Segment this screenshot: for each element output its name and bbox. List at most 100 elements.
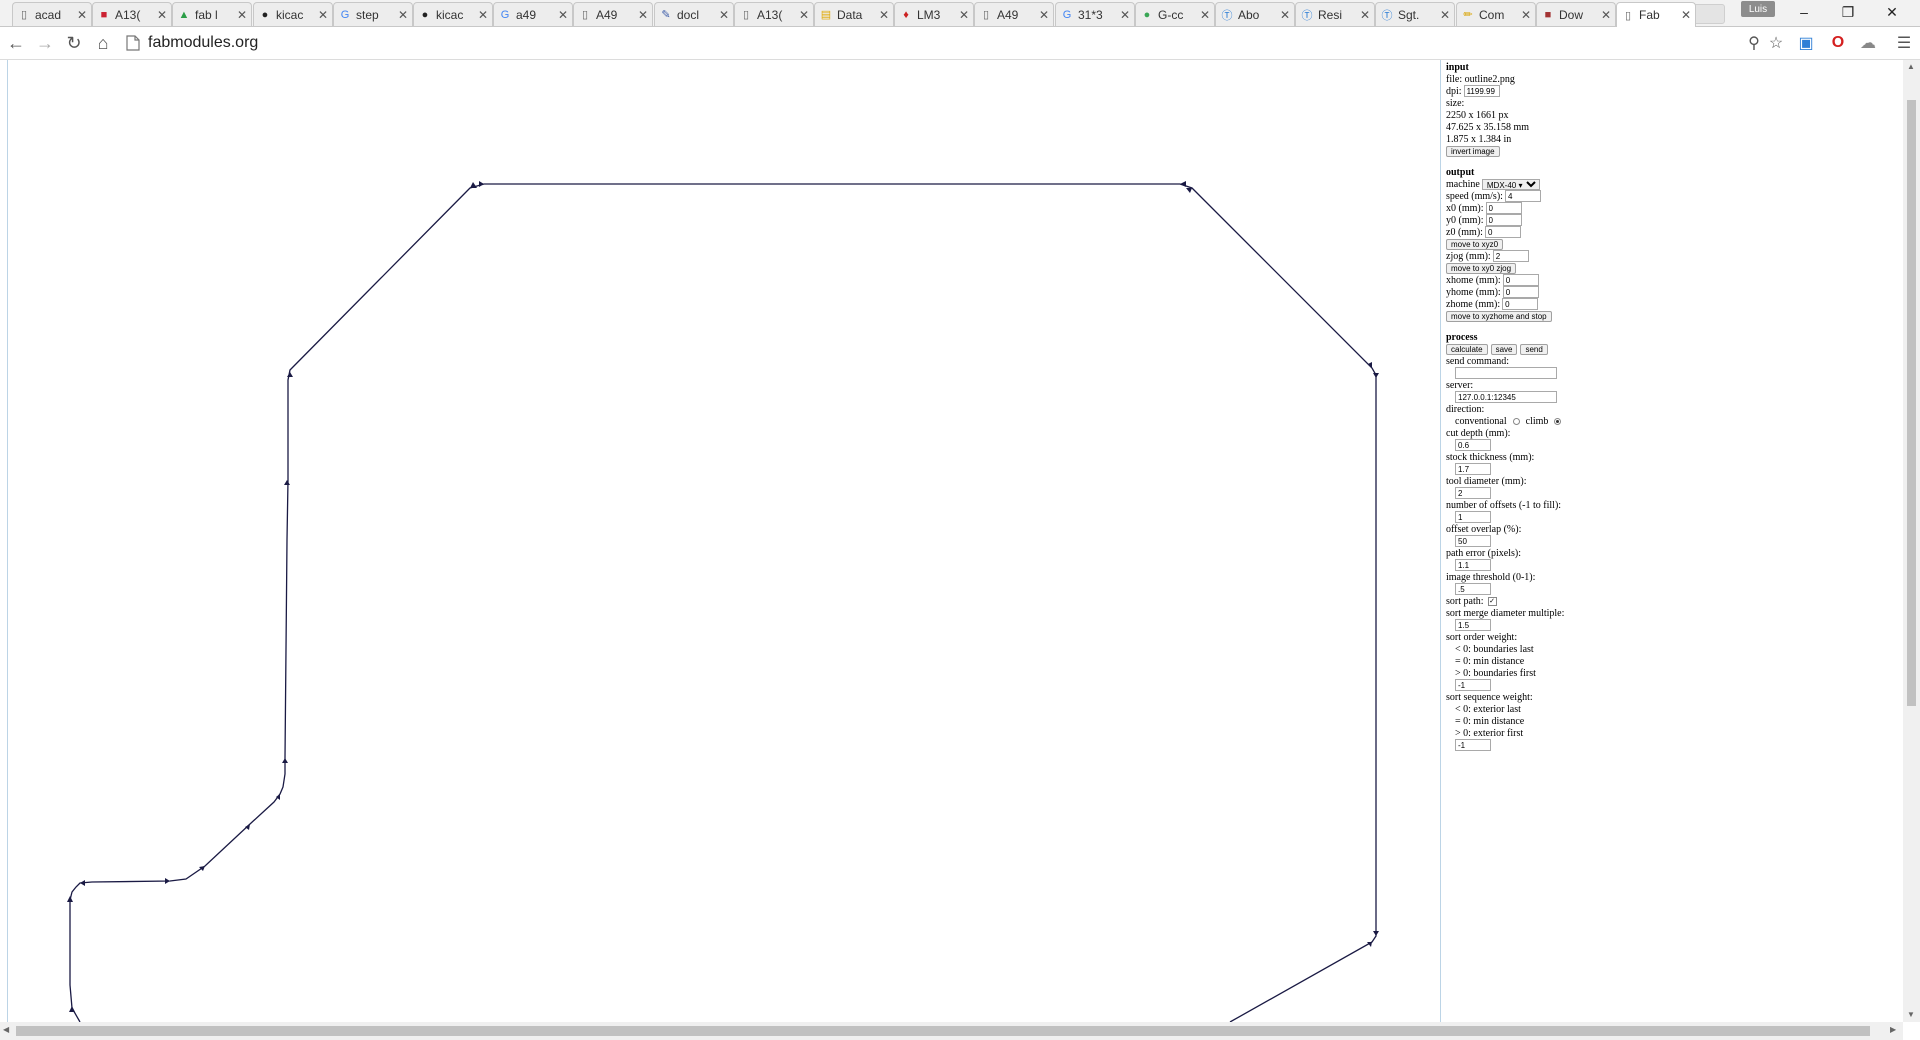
number-of-offsets-input[interactable] [1455, 511, 1491, 523]
climb-radio[interactable] [1554, 417, 1562, 425]
tab-2[interactable]: ▲ fab l ✕ [172, 2, 252, 26]
sort-merge-input[interactable] [1455, 619, 1491, 631]
tab-9[interactable]: ▯ A13(✕ [734, 2, 814, 26]
tab-close-icon[interactable]: ✕ [157, 8, 167, 22]
tab-13[interactable]: G 31*3 ✕ [1055, 2, 1135, 26]
scroll-up-arrow-icon[interactable]: ▲ [1907, 62, 1915, 71]
tab-close-icon[interactable]: ✕ [1200, 8, 1210, 22]
bookmark-star-icon[interactable]: ☆ [1766, 33, 1786, 53]
tab-close-icon[interactable]: ✕ [1039, 8, 1049, 22]
tab-close-icon[interactable]: ✕ [1681, 8, 1691, 22]
tab-8[interactable]: ✎ docl ✕ [654, 2, 734, 26]
send-button[interactable]: send [1520, 343, 1548, 355]
tab-close-icon[interactable]: ✕ [237, 8, 247, 22]
tab-11[interactable]: ♦ LM3 ✕ [894, 2, 974, 26]
move-to-home-stop-button[interactable]: move to xyzhome and stop [1446, 310, 1552, 322]
sort-order-input[interactable] [1455, 679, 1491, 691]
tab-5[interactable]: ● kicac ✕ [413, 2, 493, 26]
sort-path-checkbox[interactable]: ✓ [1487, 596, 1497, 606]
close-window-button[interactable]: ✕ [1870, 0, 1914, 24]
offset-overlap-input[interactable] [1455, 535, 1491, 547]
tab-0[interactable]: ▯ acad ✕ [12, 2, 92, 26]
tool-diameter-input[interactable] [1455, 487, 1491, 499]
z0-input[interactable] [1484, 226, 1521, 238]
send-command-input[interactable] [1455, 367, 1557, 379]
tab-1[interactable]: ■ A13(✕ [92, 2, 172, 26]
process-heading: process [1446, 332, 1478, 343]
tab-16[interactable]: Ⓣ Resi ✕ [1295, 2, 1375, 26]
image-threshold-input[interactable] [1455, 583, 1491, 595]
tab-19[interactable]: ■ Dow ✕ [1536, 2, 1616, 26]
tab-18[interactable]: ✏ Com ✕ [1456, 2, 1536, 26]
cloud-extension-icon[interactable]: ☁ [1858, 33, 1878, 53]
stock-thickness-input[interactable] [1455, 463, 1491, 475]
tab-close-icon[interactable]: ✕ [1521, 8, 1531, 22]
y0-input[interactable] [1485, 214, 1522, 226]
tab-20[interactable]: ▯ Fab ✕ [1616, 2, 1696, 27]
address-bar[interactable]: fabmodules.org [126, 30, 1766, 56]
back-arrow-icon[interactable]: ← [4, 31, 28, 55]
tab-close-icon[interactable]: ✕ [398, 8, 408, 22]
minimize-button[interactable]: – [1782, 0, 1826, 24]
zjog-input[interactable] [1492, 250, 1529, 262]
home-icon[interactable]: ⌂ [91, 31, 115, 55]
tab-close-icon[interactable]: ✕ [879, 8, 889, 22]
machine-select[interactable]: MDX-40 ▾ [1481, 178, 1540, 190]
machine-label: machine [1446, 178, 1480, 190]
zhome-input[interactable] [1502, 298, 1539, 310]
horizontal-scrollbar[interactable]: ◀ ▶ [0, 1022, 1903, 1040]
restore-button[interactable]: ❐ [1826, 0, 1870, 24]
horizontal-scroll-thumb[interactable] [16, 1026, 1870, 1036]
tab-close-icon[interactable]: ✕ [318, 8, 328, 22]
tab-close-icon[interactable]: ✕ [1360, 8, 1370, 22]
reload-icon[interactable]: ↻ [62, 31, 86, 55]
extension-screen-icon[interactable]: ▣ [1796, 33, 1816, 53]
tab-close-icon[interactable]: ✕ [799, 8, 809, 22]
tab-14[interactable]: ● G-cc ✕ [1135, 2, 1215, 26]
tab-15[interactable]: Ⓣ Abo ✕ [1215, 2, 1295, 26]
sort-sequence-input[interactable] [1455, 739, 1491, 751]
tab-close-icon[interactable]: ✕ [1280, 8, 1290, 22]
scroll-left-arrow-icon[interactable]: ◀ [3, 1025, 9, 1034]
tab-close-icon[interactable]: ✕ [478, 8, 488, 22]
tab-17[interactable]: Ⓣ Sgt. ✕ [1375, 2, 1455, 26]
move-to-xy0-zjog-button[interactable]: move to xy0 zjog [1446, 262, 1517, 274]
x0-input[interactable] [1485, 202, 1522, 214]
tab-close-icon[interactable]: ✕ [638, 8, 648, 22]
tab-close-icon[interactable]: ✕ [1440, 8, 1450, 22]
conventional-radio[interactable] [1512, 417, 1520, 425]
menu-icon[interactable]: ☰ [1894, 33, 1914, 53]
vertical-scroll-thumb[interactable] [1907, 100, 1916, 706]
tab-close-icon[interactable]: ✕ [1601, 8, 1611, 22]
zoom-icon[interactable]: ⚲ [1744, 33, 1764, 53]
profile-button[interactable]: Luis [1741, 1, 1775, 17]
tab-close-icon[interactable]: ✕ [558, 8, 568, 22]
tab-10[interactable]: ▤ Data ✕ [814, 2, 894, 26]
opera-extension-icon[interactable]: O [1828, 33, 1848, 53]
calculate-button[interactable]: calculate [1446, 343, 1488, 355]
github-icon: ● [261, 8, 269, 21]
tab-7[interactable]: ▯ A49 ✕ [573, 2, 653, 26]
tab-close-icon[interactable]: ✕ [719, 8, 729, 22]
invert-image-button[interactable]: invert image [1446, 145, 1500, 157]
xhome-input[interactable] [1502, 274, 1539, 286]
vertical-scrollbar[interactable]: ▲ ▼ [1903, 60, 1920, 1022]
server-input[interactable] [1455, 391, 1557, 403]
path-error-input[interactable] [1455, 559, 1491, 571]
save-button[interactable]: save [1490, 343, 1518, 355]
tab-close-icon[interactable]: ✕ [1120, 8, 1130, 22]
tab-close-icon[interactable]: ✕ [77, 8, 87, 22]
scroll-right-arrow-icon[interactable]: ▶ [1890, 1025, 1896, 1034]
tab-close-icon[interactable]: ✕ [959, 8, 969, 22]
yhome-input[interactable] [1502, 286, 1539, 298]
move-to-xyz0-button[interactable]: move to xyz0 [1446, 238, 1504, 250]
tab-3[interactable]: ● kicac ✕ [253, 2, 333, 26]
dpi-input[interactable] [1463, 85, 1500, 97]
tab-6[interactable]: Ga49 ✕ [493, 2, 573, 26]
speed-input[interactable] [1504, 190, 1541, 202]
cut-depth-input[interactable] [1455, 439, 1491, 451]
scroll-down-arrow-icon[interactable]: ▼ [1907, 1010, 1915, 1019]
tab-12[interactable]: ▯ A49 ✕ [974, 2, 1054, 26]
tab-4[interactable]: Gstep ✕ [333, 2, 413, 26]
forward-arrow-icon[interactable]: → [33, 31, 57, 55]
